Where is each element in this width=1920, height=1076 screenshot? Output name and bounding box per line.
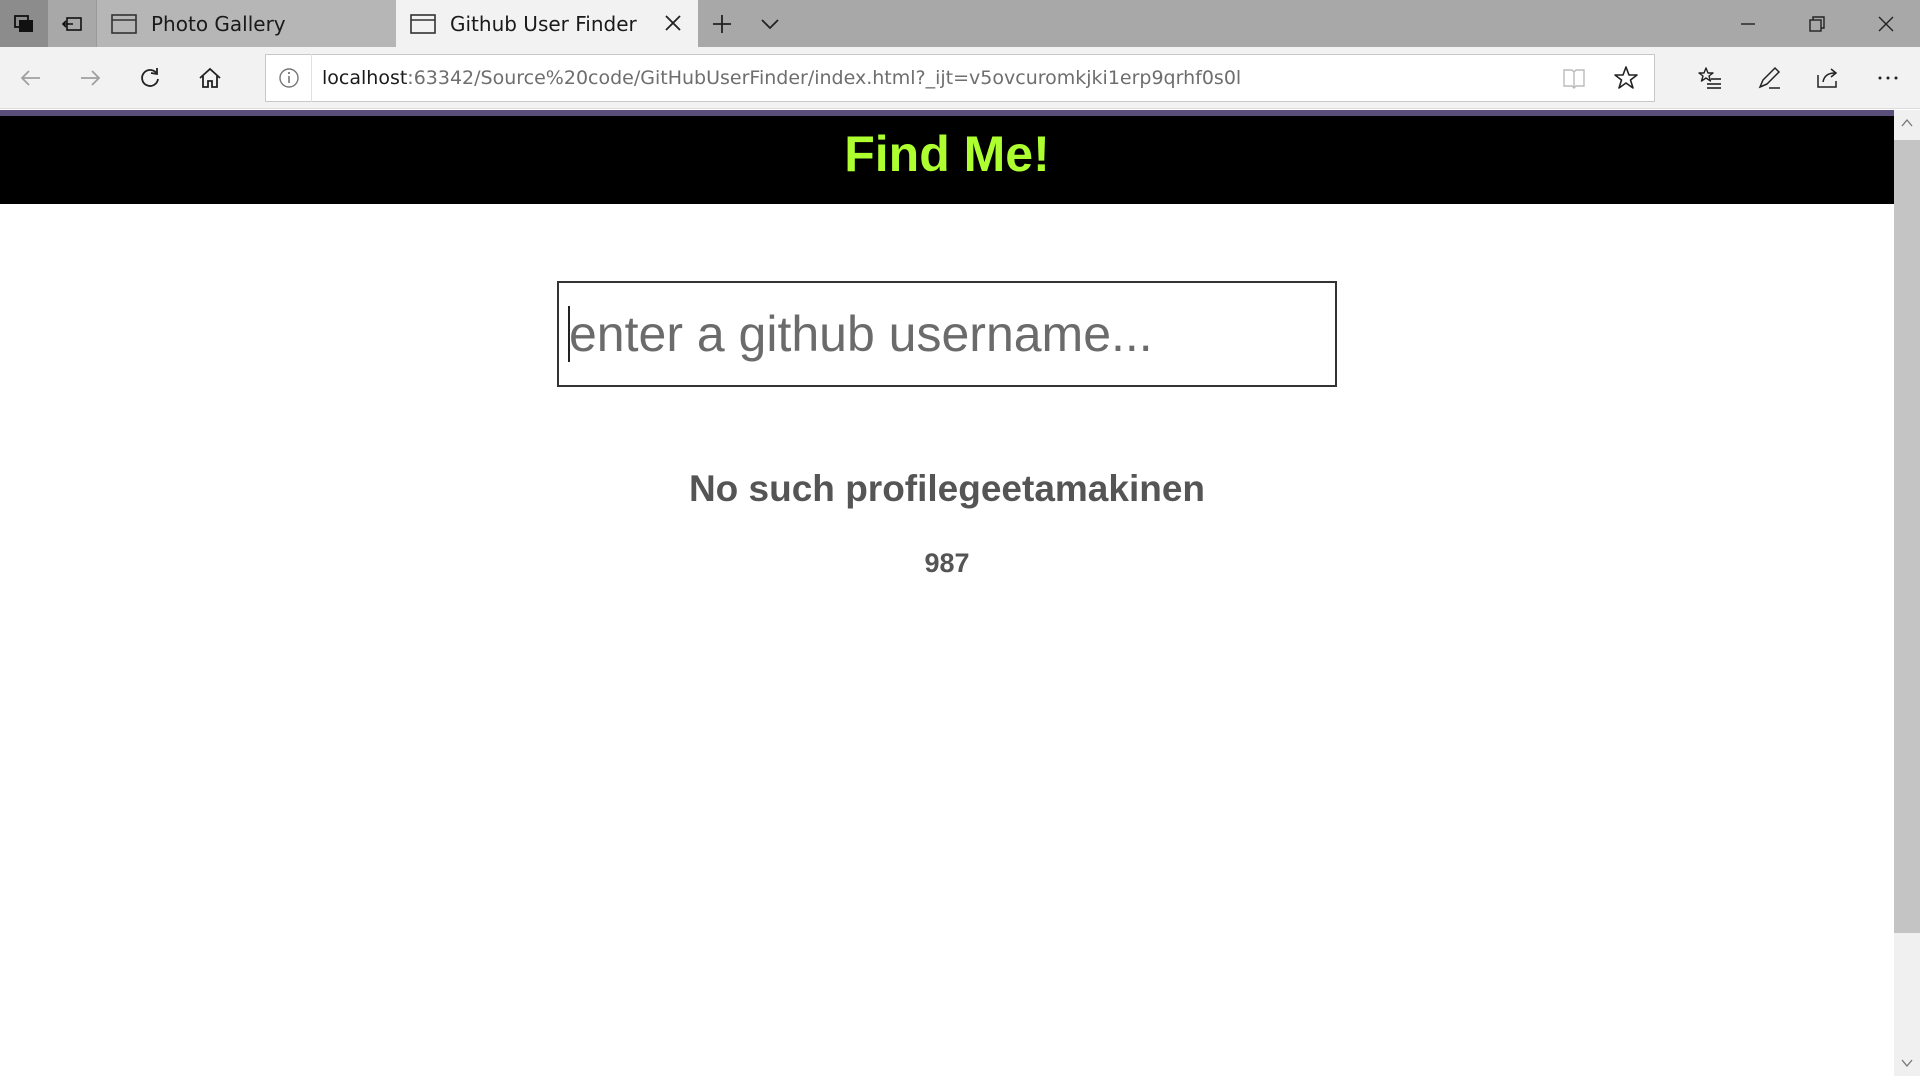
tab-photo-gallery[interactable]: Photo Gallery xyxy=(96,0,396,47)
share-button[interactable] xyxy=(1808,58,1848,98)
favorites-hub-icon xyxy=(1698,67,1721,89)
page-title: Find Me! xyxy=(844,126,1050,182)
forward-button[interactable] xyxy=(70,58,110,98)
more-button[interactable] xyxy=(1868,58,1908,98)
share-icon xyxy=(1817,68,1838,88)
forward-arrow-icon xyxy=(81,70,101,86)
scroll-thumb[interactable] xyxy=(1894,140,1920,933)
restore-icon xyxy=(1808,15,1825,32)
refresh-icon xyxy=(141,68,159,87)
page-icon xyxy=(111,13,137,34)
url-text[interactable]: localhost:63342/Source%20code/GitHubUser… xyxy=(322,67,1550,89)
pen-icon xyxy=(1758,66,1781,89)
result-count: 987 xyxy=(924,548,970,578)
browser-tab-bar: Photo Gallery Github User Finder xyxy=(0,0,1920,47)
star-icon xyxy=(1614,66,1638,89)
page-header: Find Me! xyxy=(0,116,1894,204)
restore-button[interactable] xyxy=(1782,0,1851,47)
scroll-down-button[interactable] xyxy=(1894,1050,1920,1076)
more-icon xyxy=(1878,76,1898,80)
username-search-input[interactable] xyxy=(557,281,1337,387)
vertical-scrollbar[interactable] xyxy=(1894,110,1920,1076)
page-icon xyxy=(410,13,436,34)
home-icon xyxy=(199,67,221,88)
add-favorite-button[interactable] xyxy=(1598,54,1654,102)
reading-view-button[interactable] xyxy=(1550,54,1598,102)
page-viewport: Find Me! No such profilegeetamakinen 987 xyxy=(0,110,1894,1076)
tab-manager-button[interactable] xyxy=(0,0,48,47)
tab-github-user-finder[interactable]: Github User Finder xyxy=(396,0,698,47)
refresh-button[interactable] xyxy=(130,58,170,98)
plus-icon xyxy=(713,14,731,33)
chevron-down-icon xyxy=(761,18,779,29)
minimize-button[interactable] xyxy=(1713,0,1782,47)
close-window-button[interactable] xyxy=(1851,0,1920,47)
scroll-up-button[interactable] xyxy=(1894,110,1920,136)
browser-nav-bar: localhost:63342/Source%20code/GitHubUser… xyxy=(0,47,1920,109)
address-bar[interactable]: localhost:63342/Source%20code/GitHubUser… xyxy=(265,54,1655,102)
result-message: No such profilegeetamakinen xyxy=(688,468,1206,509)
tab-preview-button[interactable] xyxy=(746,0,794,47)
home-button[interactable] xyxy=(190,58,230,98)
url-host: localhost xyxy=(322,67,408,89)
tab-title: Github User Finder xyxy=(450,11,637,36)
site-info-button[interactable] xyxy=(266,54,312,102)
reading-view-icon xyxy=(1563,69,1585,89)
text-caret xyxy=(568,306,570,362)
back-button[interactable] xyxy=(11,58,51,98)
close-icon xyxy=(1878,16,1893,31)
close-tab-icon[interactable] xyxy=(662,12,684,34)
url-path: :63342/Source%20code/GitHubUserFinder/in… xyxy=(407,67,1242,89)
set-aside-tabs-button[interactable] xyxy=(48,0,96,47)
favorites-hub-button[interactable] xyxy=(1690,58,1730,98)
window-controls xyxy=(1713,0,1920,47)
web-note-button[interactable] xyxy=(1749,58,1789,98)
chevron-down-icon xyxy=(1901,1059,1913,1068)
minimize-icon xyxy=(1740,22,1755,25)
set-aside-tabs-icon xyxy=(61,16,82,31)
tab-title: Photo Gallery xyxy=(151,11,286,36)
new-tab-button[interactable] xyxy=(698,0,746,47)
back-arrow-icon xyxy=(20,70,40,86)
tab-manager-icon xyxy=(14,14,33,32)
chevron-up-icon xyxy=(1901,118,1913,127)
site-info-icon xyxy=(278,68,299,88)
